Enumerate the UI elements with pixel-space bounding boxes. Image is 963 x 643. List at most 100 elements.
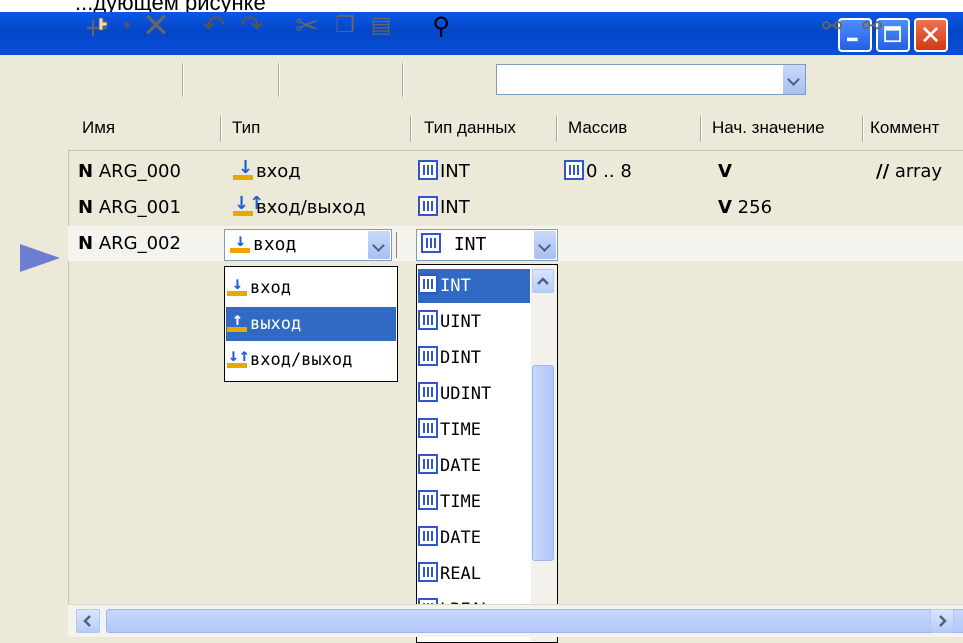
datatype-option[interactable]: DINT: [418, 341, 530, 375]
datatype-value: INT: [440, 161, 470, 182]
datatype-option[interactable]: DATE: [418, 449, 530, 483]
toolbar-separator: [182, 63, 184, 97]
delete-icon[interactable]: ✕: [138, 0, 174, 51]
datatype-icon: [418, 196, 438, 216]
type-combo-value: ↓ вход: [229, 230, 296, 260]
datatype-cell[interactable]: INT: [418, 190, 470, 225]
scroll-left-button[interactable]: [76, 609, 100, 633]
array-value: 0 .. 8: [586, 161, 632, 182]
name-cell[interactable]: N ARG_000: [78, 154, 181, 189]
redo-icon[interactable]: ↷: [234, 0, 270, 51]
datatype-icon: [418, 418, 438, 438]
datatype-icon: [418, 454, 438, 474]
toolbar-separator: [278, 63, 280, 97]
name-marker: N: [78, 161, 94, 182]
initial-cell[interactable]: V: [718, 154, 732, 189]
grid-horizontal-scrollbar[interactable]: [68, 604, 963, 637]
copy-icon[interactable]: ❐: [328, 0, 362, 51]
datatype-combo-value: INT: [421, 230, 486, 260]
row-gutter: [12, 106, 69, 611]
table-row[interactable]: N ARG_001 ↓↑ вход/выход INT V 256: [68, 190, 963, 225]
column-header-initial[interactable]: Нач. значение: [712, 106, 825, 150]
datatype-dropdown-list[interactable]: INT UINT DINT UDINT TIME DATE TIME DATE …: [416, 264, 558, 643]
scroll-thumb[interactable]: [532, 365, 554, 561]
type-cell[interactable]: ↓ вход: [232, 154, 301, 189]
comment-marker: //: [876, 161, 890, 182]
column-divider[interactable]: [220, 116, 222, 142]
paste-icon[interactable]: ▤: [364, 0, 398, 51]
column-header-name[interactable]: Имя: [82, 106, 115, 150]
scroll-up-button[interactable]: [532, 269, 554, 293]
chevron-up-icon: [537, 277, 549, 285]
chevron-right-icon: [939, 615, 947, 627]
grid-header: Имя Тип Тип данных Массив Нач. значение …: [68, 106, 963, 151]
datatype-icon: [421, 233, 441, 253]
type-value: вход: [256, 161, 301, 182]
datatype-cell[interactable]: INT: [418, 154, 470, 189]
datatype-option[interactable]: TIME: [418, 485, 530, 519]
scroll-right-button[interactable]: [930, 609, 954, 633]
datatype-option[interactable]: UINT: [418, 305, 530, 339]
type-option-input-output[interactable]: ↓↑ вход/выход: [226, 343, 396, 377]
chevron-left-icon: [83, 615, 91, 627]
column-divider[interactable]: [556, 116, 558, 142]
column-header-comment[interactable]: Коммент: [870, 106, 939, 150]
datatype-option[interactable]: INT: [418, 269, 530, 303]
type-value: вход/выход: [256, 197, 366, 218]
search-dropdown-button[interactable]: [782, 65, 805, 94]
column-header-type[interactable]: Тип: [232, 106, 260, 150]
column-divider[interactable]: [410, 116, 412, 142]
name-cell[interactable]: N ARG_001: [78, 190, 181, 225]
undo-icon[interactable]: ↶: [196, 0, 232, 51]
cell-edge: [396, 232, 401, 258]
toolbar: [12, 55, 963, 107]
array-cell[interactable]: 0 .. 8: [564, 154, 632, 189]
close-button[interactable]: [914, 18, 948, 52]
initial-marker: V: [718, 197, 732, 218]
datatype-icon: [418, 274, 438, 294]
datatype-icon: [418, 382, 438, 402]
type-dropdown-list[interactable]: ↓ вход ↑ выход ↓↑ вход/выход: [224, 266, 398, 382]
datatype-option[interactable]: DATE: [418, 521, 530, 555]
datatype-icon: [418, 346, 438, 366]
find-icon[interactable]: ⚲: [416, 0, 466, 51]
horizontal-scroll-thumb[interactable]: [106, 609, 963, 633]
column-header-datatype[interactable]: Тип данных: [424, 106, 516, 150]
type-combobox[interactable]: ↓ вход: [224, 229, 392, 261]
name-marker: N: [78, 233, 94, 254]
table-row[interactable]: N ARG_000 ↓ вход INT 0 .. 8 V // array: [68, 154, 963, 189]
current-row-pointer-icon: [20, 244, 60, 272]
datatype-icon: [418, 160, 438, 180]
column-divider[interactable]: [862, 116, 864, 142]
variable-name: ARG_001: [98, 197, 181, 218]
initial-value: 256: [737, 197, 773, 218]
datatype-option[interactable]: TIME: [418, 413, 530, 447]
dropdown-arrow-icon[interactable]: ▾: [120, 0, 134, 51]
cut-icon[interactable]: ✂: [290, 0, 324, 51]
column-divider[interactable]: [700, 116, 702, 142]
name-cell[interactable]: N ARG_002: [78, 226, 181, 261]
replace-icon[interactable]: ⚯: [812, 0, 852, 51]
type-option-input[interactable]: ↓ вход: [226, 271, 396, 305]
variable-name: ARG_002: [98, 233, 181, 254]
datatype-icon: [418, 562, 438, 582]
comment-cell[interactable]: // array: [876, 154, 942, 189]
search-input[interactable]: [496, 64, 806, 95]
type-combo-dropdown-button[interactable]: [368, 231, 390, 259]
comment-value: array: [894, 161, 943, 182]
initial-cell[interactable]: V 256: [718, 190, 772, 225]
datatype-list-scrollbar[interactable]: [531, 265, 557, 642]
datatype-combobox[interactable]: INT: [416, 229, 558, 261]
input-icon: ↓: [226, 275, 248, 297]
replace-all-icon[interactable]: ⚯: [852, 0, 892, 51]
new-variable-icon[interactable]: [80, 0, 120, 51]
type-cell[interactable]: ↓↑ вход/выход: [232, 190, 366, 225]
toolbar-separator: [402, 63, 404, 97]
column-header-array[interactable]: Массив: [568, 106, 627, 150]
datatype-icon: [418, 310, 438, 330]
array-icon: [564, 160, 584, 180]
datatype-option[interactable]: UDINT: [418, 377, 530, 411]
datatype-combo-dropdown-button[interactable]: [534, 231, 556, 259]
type-option-output[interactable]: ↑ выход: [226, 307, 396, 341]
datatype-option[interactable]: REAL: [418, 557, 530, 591]
